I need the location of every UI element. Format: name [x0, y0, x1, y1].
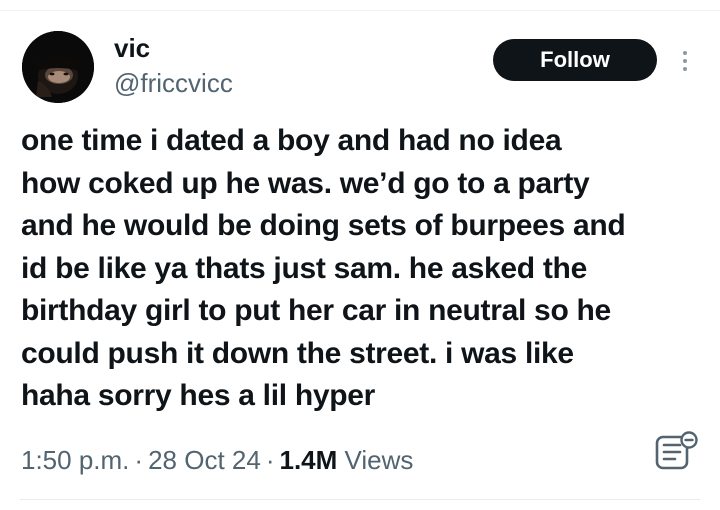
tweet-date[interactable]: 28 Oct 24 — [148, 445, 261, 475]
views-count: 1.4M — [279, 445, 338, 475]
tweet-text-line: haha sorry hes a lil hyper — [21, 379, 376, 412]
more-dot — [683, 59, 687, 63]
tweet-text-line: id be like ya thats just sam. he asked t… — [21, 251, 587, 285]
tweet-text-line: one time i dated a boy and had no idea — [21, 124, 562, 157]
community-notes-icon[interactable] — [655, 431, 701, 471]
top-divider — [0, 10, 720, 11]
more-options-icon[interactable] — [674, 46, 696, 76]
more-dot — [683, 67, 687, 71]
follow-button[interactable]: Follow — [493, 39, 657, 81]
tweet-text-line: could push it down the street. i was lik… — [21, 336, 574, 370]
tweet-text-line: birthday girl to put her car in neutral … — [21, 294, 611, 327]
author-display-name[interactable]: vic — [114, 33, 150, 63]
views-label: Views — [344, 445, 414, 475]
avatar[interactable] — [22, 31, 94, 103]
tweet-meta: 1:50 p.m. · 28 Oct 24 · 1.4M Views — [21, 444, 413, 476]
tweet-time[interactable]: 1:50 p.m. — [21, 445, 129, 475]
meta-separator: · — [265, 445, 275, 475]
more-dot — [683, 51, 687, 55]
avatar-image — [22, 31, 94, 103]
tweet-text-line: how coked up he was. we’d go to a party — [21, 166, 590, 200]
tweet-text: one time i dated a boy and had no idea h… — [21, 120, 701, 418]
meta-separator: · — [134, 445, 144, 475]
bottom-divider — [20, 499, 700, 500]
tweet-text-line: and he would be doing sets of burpees an… — [21, 209, 626, 242]
author-handle[interactable]: @friccvicc — [114, 68, 233, 98]
